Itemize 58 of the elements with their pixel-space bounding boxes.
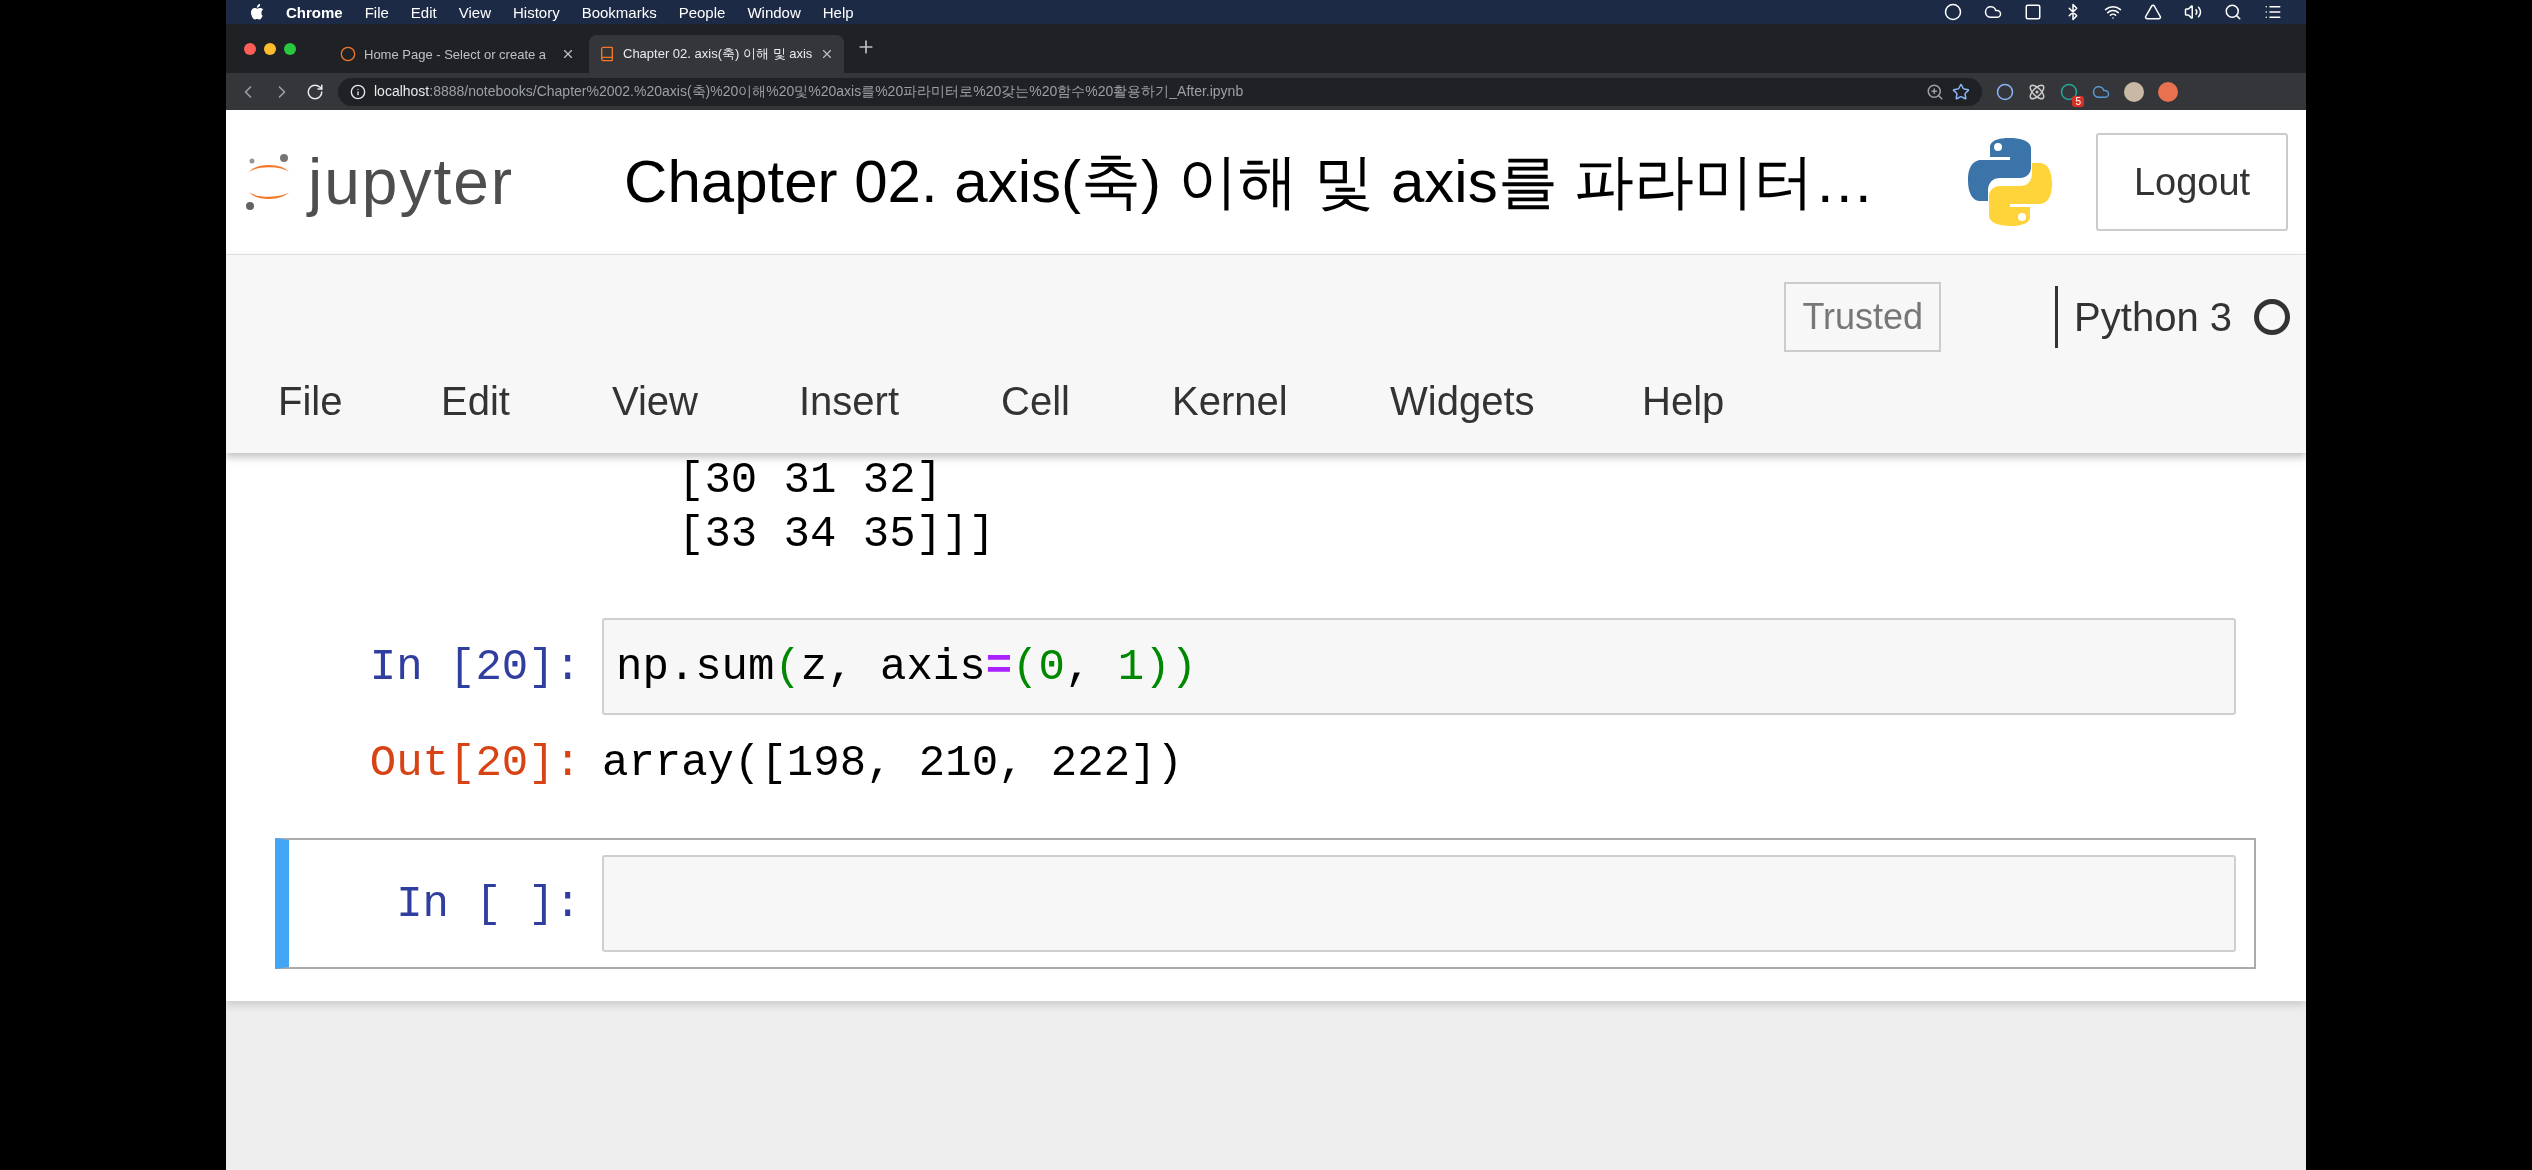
menu-item[interactable]: Help <box>1642 379 1762 424</box>
notebook-title[interactable]: Chapter 02. axis(축) 이해 및 axis를 파라미터… <box>624 141 1875 223</box>
output-text: array([198, 210, 222]) <box>602 737 1183 790</box>
apple-logo-icon[interactable] <box>250 4 264 20</box>
input-prompt: In [ ]: <box>395 878 581 929</box>
update-icon[interactable] <box>2158 81 2178 102</box>
menu-item[interactable]: Bookmarks <box>581 3 657 21</box>
zoom-window-button[interactable] <box>284 42 296 55</box>
logout-button[interactable]: Logout <box>2096 133 2288 231</box>
kernel-name: Python 3 <box>2055 286 2232 348</box>
minimize-window-button[interactable] <box>264 42 276 55</box>
address-bar[interactable]: localhost:8888/notebooks/Chapter%2002.%20axis(축)%20이해%20및%20axis를%20파라미터로%20갖는%20함수%20활용하기_After.ipynb <box>338 77 1982 106</box>
app-menu[interactable]: Chrome <box>286 3 343 21</box>
zoom-icon <box>1926 82 1944 101</box>
extension-badge: 5 <box>2072 95 2084 107</box>
volume-icon <box>2184 3 2202 21</box>
menu-item[interactable]: File <box>364 3 389 21</box>
output-text: [30 31 32] <box>677 454 944 507</box>
menu-item[interactable]: People <box>678 3 726 21</box>
code-input[interactable] <box>602 855 2236 952</box>
code-cell[interactable]: In [20]: np.sum(z, axis=(0, 1)) Out[20]: array([198, 210, 222]) <box>275 601 2256 828</box>
book-icon <box>599 46 615 62</box>
menu-item[interactable]: Window <box>747 3 801 21</box>
menu-item[interactable]: View <box>458 3 491 21</box>
wifi-icon <box>2104 3 2122 21</box>
menu-item[interactable]: Cell <box>1001 379 1172 424</box>
menu-item[interactable]: Help <box>822 3 854 21</box>
cloud-icon <box>1984 3 2002 21</box>
close-icon <box>820 47 834 61</box>
code-input[interactable]: np.sum(z, axis=(0, 1)) <box>602 618 2236 715</box>
reload-icon <box>306 82 324 101</box>
bookmark-star-icon <box>1952 82 1970 101</box>
menu-item[interactable]: View <box>612 379 799 424</box>
menu-item[interactable]: File <box>278 379 441 424</box>
menu-item[interactable]: Edit <box>441 379 612 424</box>
search-icon <box>2224 3 2242 21</box>
profile-avatar[interactable] <box>2124 81 2144 102</box>
info-icon <box>350 83 366 100</box>
trusted-indicator[interactable]: Trusted <box>1784 282 1942 352</box>
list-icon <box>2264 3 2282 21</box>
menu-item[interactable]: Kernel <box>1172 379 1390 424</box>
browser-tab[interactable]: Chapter 02. axis(축) 이해 및 axis <box>589 35 844 73</box>
atom-icon <box>2028 82 2046 101</box>
output-text: [33 34 35]]] <box>677 508 996 561</box>
logo-text[interactable]: jupyter <box>308 145 515 219</box>
jupyter-icon <box>340 46 356 62</box>
selected-cell[interactable]: In [ ]: <box>275 838 2256 969</box>
menu-item[interactable]: Edit <box>410 3 437 21</box>
menu-item[interactable]: History <box>512 3 560 21</box>
browser-tab[interactable]: Home Page - Select or create a <box>330 35 585 73</box>
square-icon <box>2024 3 2042 21</box>
menu-item[interactable]: Insert <box>799 379 1001 424</box>
menu-item[interactable]: Widgets <box>1390 379 1642 424</box>
url-text: localhost:8888/notebooks/Chapter%2002.%20axis(축)%20이해%20및%20axis를%20파라미터로%20갖는%20함수%20활용하기_After.ipynb <box>374 82 1244 101</box>
output-prompt: Out[20]: <box>368 738 581 788</box>
close-window-button[interactable] <box>244 42 256 55</box>
close-icon <box>561 47 575 61</box>
input-prompt: In [20]: <box>368 641 581 692</box>
